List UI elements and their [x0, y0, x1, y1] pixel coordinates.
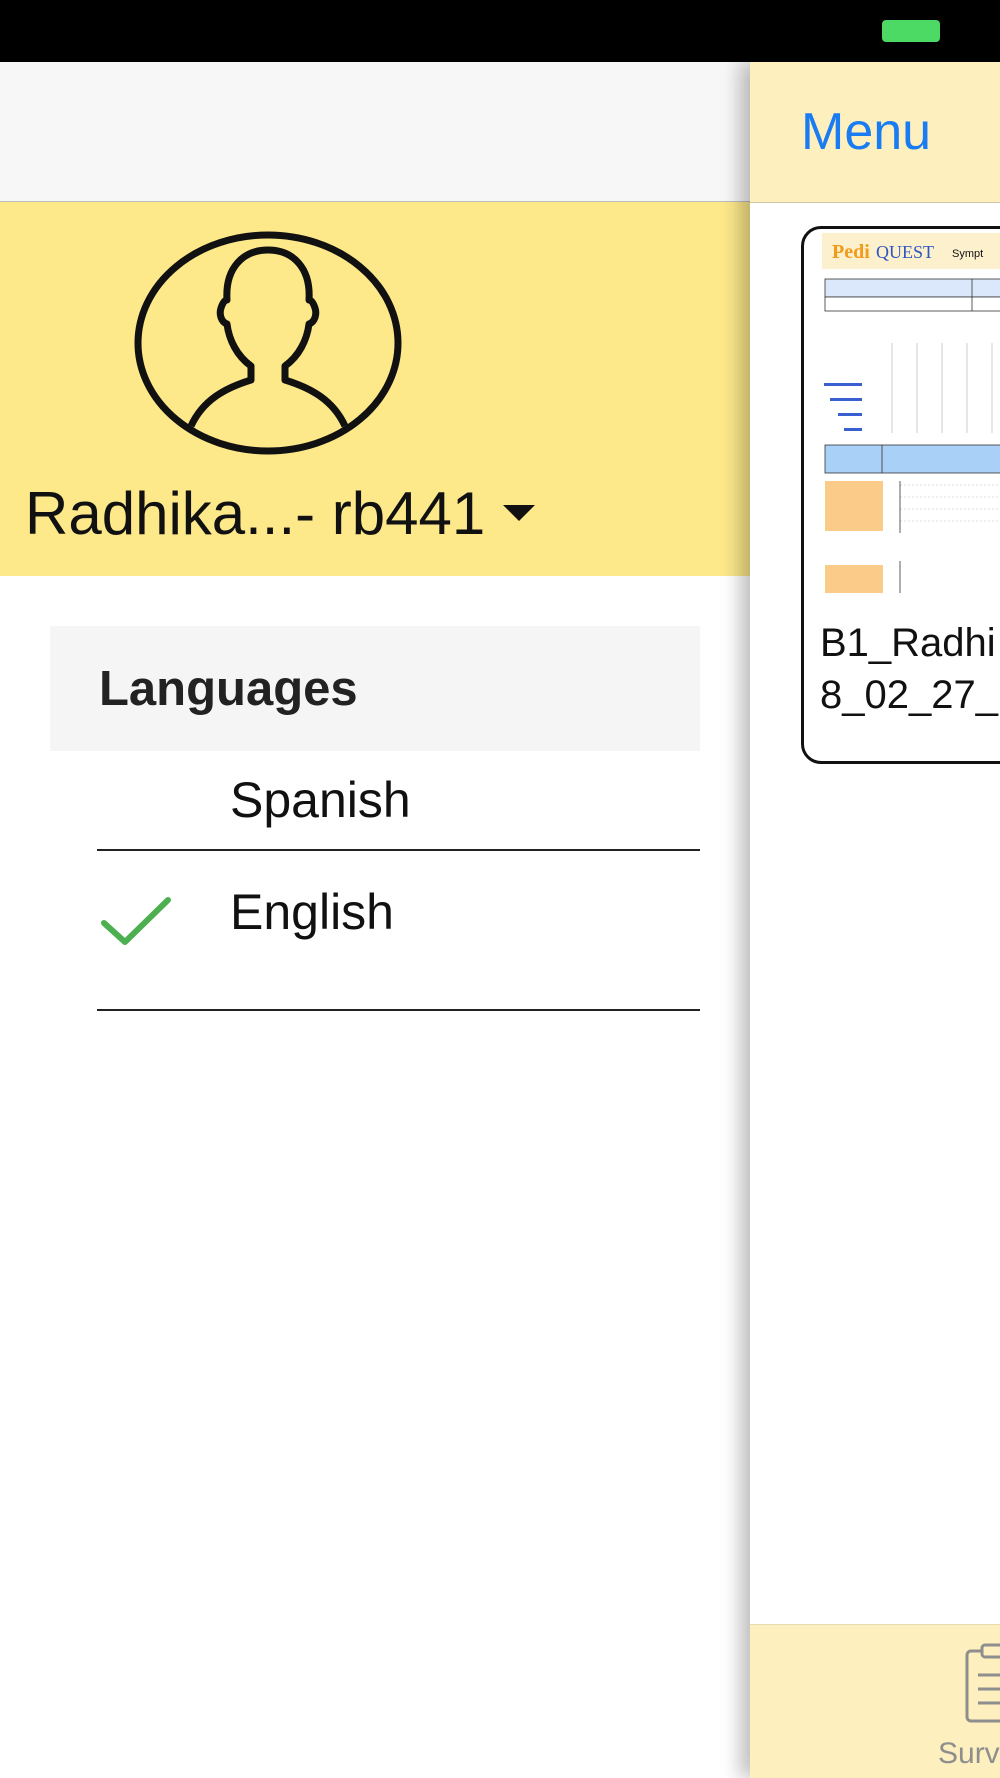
menu-button[interactable]: Menu	[801, 102, 931, 162]
navigation-bar: Menu	[750, 62, 1000, 203]
user-switcher[interactable]: Radhika...- rb441	[25, 478, 536, 548]
side-drawer: Radhika...- rb441 Languages Spanish Engl…	[0, 62, 750, 1778]
report-card-title: B1_Radhi 8_02_27_(	[820, 621, 1000, 717]
language-label: English	[230, 884, 394, 940]
main-panel: Menu Pedi QUEST Sympt B1_Radhi 8_02_27_(…	[750, 62, 1000, 1778]
report-thumbnail: Pedi QUEST Sympt	[822, 233, 1000, 593]
tab-bar: Surv	[750, 1624, 1000, 1778]
languages-header-label: Languages	[99, 661, 358, 716]
user-avatar-icon	[134, 231, 402, 455]
language-item-spanish[interactable]: Spanish	[97, 751, 700, 851]
clipboard-icon[interactable]	[964, 1643, 1000, 1725]
status-bar	[0, 0, 1000, 62]
tab-label-surveys[interactable]: Surv	[938, 1737, 1000, 1771]
caret-down-icon	[503, 505, 536, 521]
user-name: Radhika...- rb441	[25, 479, 486, 547]
svg-text:Sympt: Sympt	[952, 248, 983, 260]
svg-text:Pedi: Pedi	[832, 241, 870, 263]
report-card[interactable]: Pedi QUEST Sympt B1_Radhi 8_02_27_(	[801, 226, 1000, 764]
checkmark-icon	[101, 897, 171, 945]
svg-text:QUEST: QUEST	[876, 242, 934, 262]
language-item-english[interactable]: English	[97, 851, 700, 1011]
profile-section: Radhika...- rb441	[0, 202, 750, 576]
battery-icon	[882, 20, 940, 42]
drawer-top-bar	[0, 62, 750, 202]
languages-section-header: Languages	[50, 626, 700, 751]
language-label: Spanish	[230, 772, 411, 828]
